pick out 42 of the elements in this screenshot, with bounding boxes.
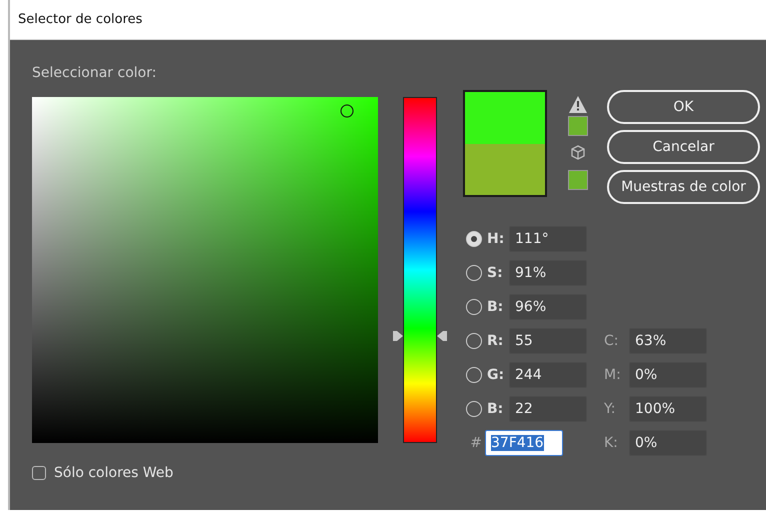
dialog-button[interactable]: OK	[607, 90, 760, 124]
channel-label: G:	[487, 367, 506, 383]
radio-button[interactable]	[466, 333, 482, 349]
value-field[interactable]: 0%	[629, 362, 707, 388]
gamut-swatch[interactable]	[568, 116, 588, 136]
channel-label: R:	[487, 333, 504, 349]
cmyk-label: M:	[604, 367, 622, 383]
color-field[interactable]	[32, 97, 378, 443]
web-only-label: Sólo colores Web	[54, 465, 174, 481]
value-field[interactable]: 111°	[509, 226, 587, 252]
value-field[interactable]: 91%	[509, 260, 587, 286]
channel-label: B:	[487, 401, 504, 417]
channel-label: H:	[487, 231, 506, 247]
value-field[interactable]: 63%	[629, 328, 707, 354]
window-title: Selector de colores	[18, 12, 142, 27]
hex-field[interactable]: 37F416	[485, 430, 563, 456]
value-field[interactable]: 96%	[509, 294, 587, 320]
radio-button[interactable]	[466, 299, 482, 315]
radio-button[interactable]	[466, 231, 482, 247]
hex-label: #	[469, 435, 482, 451]
channel-label: S:	[487, 265, 504, 281]
value-field[interactable]: 22	[509, 396, 587, 422]
channel-label: B:	[487, 299, 504, 315]
radio-button[interactable]	[466, 401, 482, 417]
cmyk-label: K:	[604, 435, 619, 451]
value-field[interactable]: 0%	[629, 430, 707, 456]
value-field[interactable]: 55	[509, 328, 587, 354]
radio-button[interactable]	[466, 367, 482, 383]
value-field[interactable]: 244	[509, 362, 587, 388]
dialog-button[interactable]: Cancelar	[607, 130, 760, 164]
web-only-checkbox[interactable]	[32, 466, 46, 480]
dialog-button[interactable]: Muestras de color	[607, 170, 760, 204]
radio-button[interactable]	[466, 265, 482, 281]
cmyk-label: C:	[604, 333, 620, 349]
picker-label: Seleccionar color:	[32, 64, 158, 82]
color-marker[interactable]	[340, 104, 354, 118]
cmyk-label: Y:	[604, 401, 616, 417]
warning-icon[interactable]	[569, 96, 587, 113]
value-field[interactable]: 100%	[629, 396, 707, 422]
gamut-swatch[interactable]	[568, 170, 588, 190]
hue-slider[interactable]	[393, 97, 447, 443]
cube-icon[interactable]	[571, 145, 585, 160]
